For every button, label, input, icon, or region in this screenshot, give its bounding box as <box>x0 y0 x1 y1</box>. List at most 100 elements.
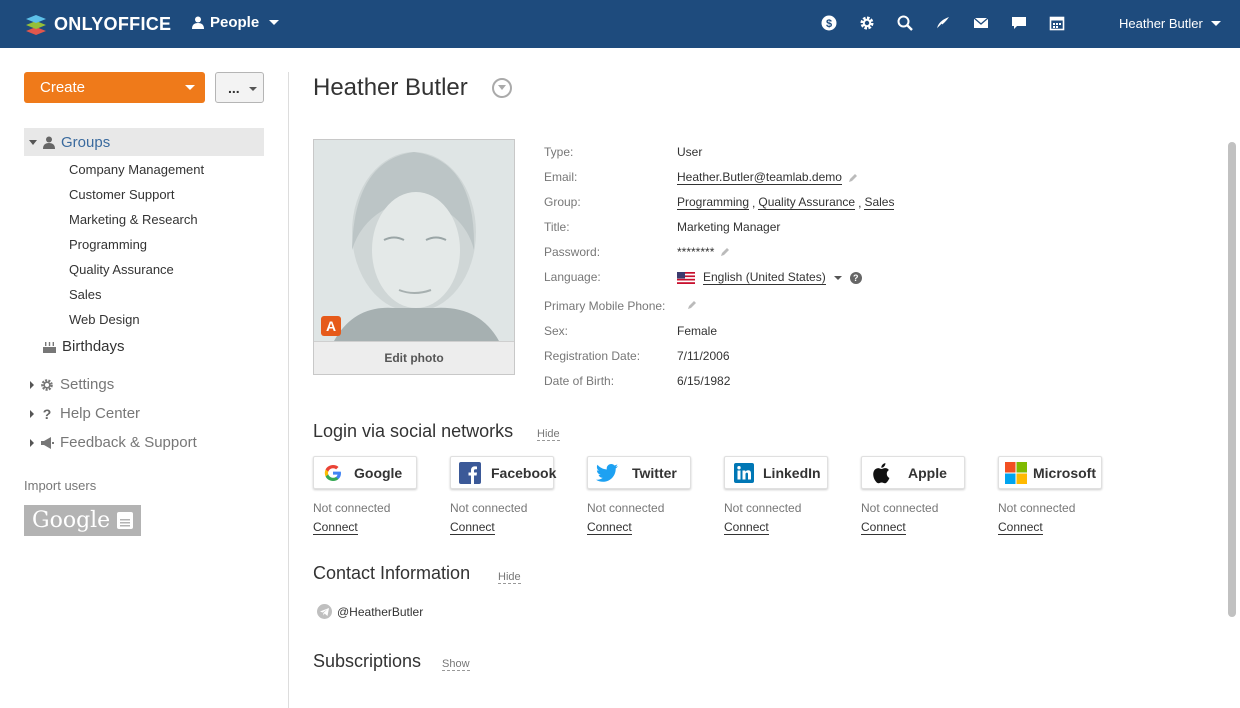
group-link-quality-assurance[interactable]: Quality Assurance <box>758 195 856 210</box>
microsoft-status: Not connected <box>998 501 1076 515</box>
profile-name: Heather Butler <box>313 74 468 101</box>
megaphone-icon <box>40 436 54 450</box>
registration-value: 7/11/2006 <box>677 349 730 363</box>
linkedin-login-button[interactable]: LinkedIn <box>724 456 828 489</box>
telegram-icon <box>317 604 332 619</box>
chevron-down-icon[interactable] <box>833 275 842 280</box>
apple-status: Not connected <box>861 501 939 515</box>
logo-text: ONLYOFFICE <box>54 13 172 34</box>
social-hide-toggle[interactable]: Hide <box>537 428 560 441</box>
help-icon[interactable]: ? <box>849 271 862 284</box>
google-login-button[interactable]: Google <box>313 456 417 489</box>
pencil-icon[interactable] <box>848 173 858 183</box>
group-separator: , <box>752 195 756 210</box>
group-link-sales[interactable]: Sales <box>864 195 895 210</box>
user-menu[interactable]: Heather Butler <box>1119 16 1221 31</box>
telegram-value[interactable]: @HeatherButler <box>337 605 423 619</box>
search-icon[interactable] <box>896 14 914 32</box>
microsoft-connect-link[interactable]: Connect <box>998 521 1043 535</box>
registration-label: Registration Date: <box>544 349 641 363</box>
settings-icon[interactable] <box>858 14 876 32</box>
email-label: Email: <box>544 170 578 184</box>
svg-text:$: $ <box>826 18 832 30</box>
google-connect-link[interactable]: Connect <box>313 521 358 535</box>
more-actions-button[interactable]: ... <box>215 72 264 103</box>
subscriptions-show-toggle[interactable]: Show <box>442 658 470 671</box>
payments-icon[interactable]: $ <box>820 14 838 32</box>
pencil-icon[interactable] <box>720 247 730 257</box>
facebook-connect-link[interactable]: Connect <box>450 521 495 535</box>
social-twitter: Twitter Not connected Connect <box>587 456 691 536</box>
google-import-button[interactable]: Google <box>24 505 141 536</box>
edit-photo-button[interactable]: Edit photo <box>314 341 514 374</box>
top-bar: ONLYOFFICE People $ Heather Butler <box>0 0 1240 48</box>
group-item[interactable]: Marketing & Research <box>69 210 204 235</box>
twitter-login-button[interactable]: Twitter <box>587 456 691 489</box>
onlyoffice-logo[interactable]: ONLYOFFICE <box>24 12 171 36</box>
dob-label: Date of Birth: <box>544 374 615 388</box>
group-item[interactable]: Programming <box>69 235 204 260</box>
avatar <box>314 140 514 341</box>
group-item[interactable]: Customer Support <box>69 185 204 210</box>
group-link-programming[interactable]: Programming <box>677 195 750 210</box>
module-label: People <box>210 14 260 31</box>
calendar-icon[interactable] <box>1048 14 1066 32</box>
contact-hide-toggle[interactable]: Hide <box>498 571 521 584</box>
sidebar-item-birthdays[interactable]: Birthdays <box>42 338 125 355</box>
collapse-arrow-icon[interactable] <box>29 139 37 145</box>
chevron-down-icon <box>185 85 195 90</box>
import-users-label: Import users <box>24 478 97 493</box>
feed-icon[interactable] <box>934 14 952 32</box>
logo-icon <box>24 12 48 36</box>
sidebar-divider <box>288 72 289 708</box>
expand-arrow-icon[interactable] <box>30 438 34 447</box>
expand-arrow-icon[interactable] <box>30 380 34 389</box>
linkedin-connect-link[interactable]: Connect <box>724 521 769 535</box>
microsoft-login-button[interactable]: Microsoft <box>998 456 1102 489</box>
apple-connect-link[interactable]: Connect <box>861 521 906 535</box>
create-label: Create <box>40 79 86 96</box>
phone-label: Primary Mobile Phone: <box>544 299 666 313</box>
admin-badge: A <box>321 316 341 336</box>
chevron-down-icon <box>249 87 257 91</box>
expand-arrow-icon[interactable] <box>30 409 34 418</box>
group-item[interactable]: Quality Assurance <box>69 260 204 285</box>
sex-label: Sex: <box>544 324 569 338</box>
type-value: User <box>677 145 703 159</box>
google-status: Not connected <box>313 501 391 515</box>
sidebar-item-feedback[interactable]: Feedback & Support <box>24 434 197 451</box>
group-item[interactable]: Web Design <box>69 310 204 335</box>
settings-label: Settings <box>60 376 115 393</box>
question-icon: ? <box>42 405 52 422</box>
groups-label: Groups <box>61 133 111 151</box>
apple-login-button[interactable]: Apple <box>861 456 965 489</box>
microsoft-label: Microsoft <box>1033 464 1096 481</box>
profile-menu-chevron-icon[interactable] <box>492 78 512 98</box>
person-icon <box>43 136 55 149</box>
sidebar-item-groups[interactable]: Groups <box>24 128 264 156</box>
person-icon <box>192 16 204 29</box>
facebook-icon <box>459 461 481 484</box>
pencil-icon[interactable] <box>687 300 697 310</box>
group-item[interactable]: Company Management <box>69 160 204 185</box>
chevron-down-icon <box>1210 21 1221 26</box>
sidebar-item-help-center[interactable]: ? Help Center <box>24 405 140 422</box>
twitter-connect-link[interactable]: Connect <box>587 521 632 535</box>
facebook-login-button[interactable]: Facebook <box>450 456 556 489</box>
linkedin-icon <box>733 462 755 484</box>
contact-section-title: Contact Information <box>313 563 471 583</box>
social-linkedin: LinkedIn Not connected Connect <box>724 456 828 536</box>
scrollbar-thumb[interactable] <box>1228 142 1236 617</box>
sidebar-item-settings[interactable]: Settings <box>24 376 114 393</box>
title-value: Marketing Manager <box>677 220 781 234</box>
language-dropdown[interactable]: English (United States) <box>703 270 826 285</box>
email-link[interactable]: Heather.Butler@teamlab.demo <box>677 170 842 185</box>
apple-icon <box>870 462 892 484</box>
twitter-icon <box>596 462 618 484</box>
module-switcher[interactable]: People <box>192 14 280 31</box>
sex-value: Female <box>677 324 718 338</box>
chat-icon[interactable] <box>1010 14 1028 32</box>
mail-icon[interactable] <box>972 14 990 32</box>
group-item[interactable]: Sales <box>69 285 204 310</box>
create-button[interactable]: Create <box>24 72 205 103</box>
